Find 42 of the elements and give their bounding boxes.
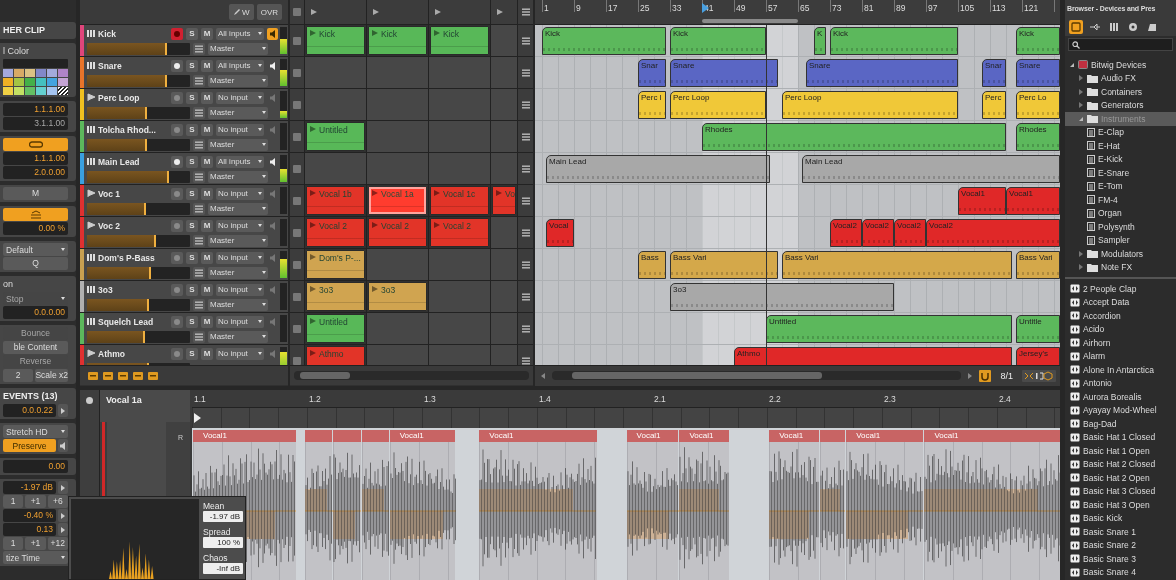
track-name: Snare [98, 60, 122, 71]
beat-number: 2.1 [654, 394, 666, 404]
bar-number: 121 [1024, 3, 1039, 13]
track-name: Voc 1 [98, 188, 121, 199]
track-name: Voc 2 [98, 220, 121, 231]
beat-number: 1.1 [194, 394, 206, 404]
bar-number: 81 [864, 3, 874, 13]
beat-number: 1.2 [309, 394, 321, 404]
beat-number: 2.4 [999, 394, 1011, 404]
clip-title: Vocal 1a [100, 390, 190, 422]
field-label: on [3, 278, 14, 291]
bar-number: 97 [928, 3, 938, 13]
bar-number: 105 [960, 3, 975, 13]
bar-number: 73 [832, 3, 842, 13]
bar-number: 25 [640, 3, 650, 13]
bar-number: 9 [576, 3, 581, 13]
field-label: Spread [203, 527, 232, 537]
bar-number: 113 [992, 3, 1006, 13]
field-label: Chaos [203, 553, 229, 563]
section-heading: EVENTS (13) [3, 390, 59, 403]
bar-number: 89 [896, 3, 906, 13]
track-name: 3o3 [98, 284, 113, 295]
track-name: Dom's P-Bass [98, 252, 155, 263]
bar-number: 57 [768, 3, 778, 13]
bar-number: 33 [672, 3, 682, 13]
track-name: Squelch Lead [98, 316, 154, 327]
beat-number: 2.3 [884, 394, 896, 404]
beat-number: 2.2 [769, 394, 781, 404]
beat-number: 1.4 [539, 394, 551, 404]
bar-number: 49 [736, 3, 746, 13]
bar-number: 65 [800, 3, 810, 13]
track-name: Athmo [98, 348, 125, 359]
field-label: l Color [3, 45, 30, 58]
track-name: Tolcha Rhod... [98, 124, 156, 135]
bar-number: 17 [608, 3, 618, 13]
track-name: Perc Loop [98, 92, 140, 103]
field-label: Mean [203, 501, 226, 511]
track-name: Kick [98, 28, 116, 39]
beat-number: 1.3 [424, 394, 436, 404]
bar-number: 1 [544, 3, 549, 13]
section-heading: HER CLIP [3, 24, 46, 37]
track-name: Main Lead [98, 156, 140, 167]
